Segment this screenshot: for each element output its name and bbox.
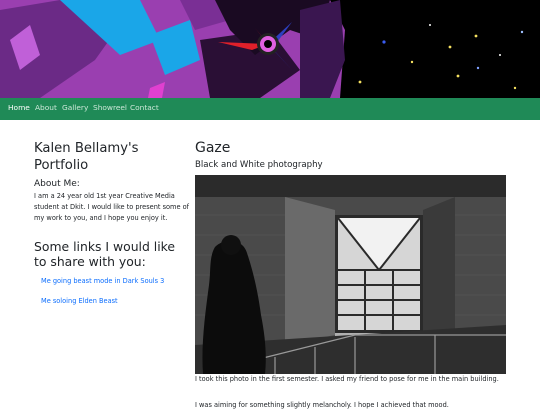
post-caption: I took this photo in the first semester.… [195,375,499,383]
links-heading: Some links I would like to share with yo… [34,239,176,269]
nav-about-link[interactable]: About [35,103,57,112]
links-list: Me going beast mode in Dark Souls 3 Me s… [34,277,189,306]
portfolio-title: Kalen Bellamy's Portfolio [34,141,139,173]
link-elden-beast[interactable]: Me soloing Elden Beast [41,297,118,305]
post-subtitle: Black and White photography [195,160,323,170]
nav-contact-link[interactable]: Contact [130,103,159,112]
list-item: Me going beast mode in Dark Souls 3 [41,277,189,286]
post-photo [195,175,506,374]
link-dark-souls-3[interactable]: Me going beast mode in Dark Souls 3 [41,277,164,285]
list-item: Me soloing Elden Beast [41,297,189,306]
sidebar: Kalen Bellamy's Portfolio About Me: I am… [34,140,189,317]
about-text: I am a 24 year old 1st year Creative Med… [34,192,189,222]
post: Gaze Black and White photography I took … [195,140,507,409]
post-caption-2: I was aiming for something slightly mela… [195,401,449,409]
header-banner-artwork [0,0,540,98]
nav-showreel-link[interactable]: Showreel [93,103,127,112]
nav-home-link[interactable]: Home [8,103,30,112]
post-title: Gaze [195,140,231,156]
navbar: Home About Gallery Showreel Contact [0,98,540,120]
nav-gallery-link[interactable]: Gallery [62,103,88,112]
about-heading: About Me: [34,179,80,189]
